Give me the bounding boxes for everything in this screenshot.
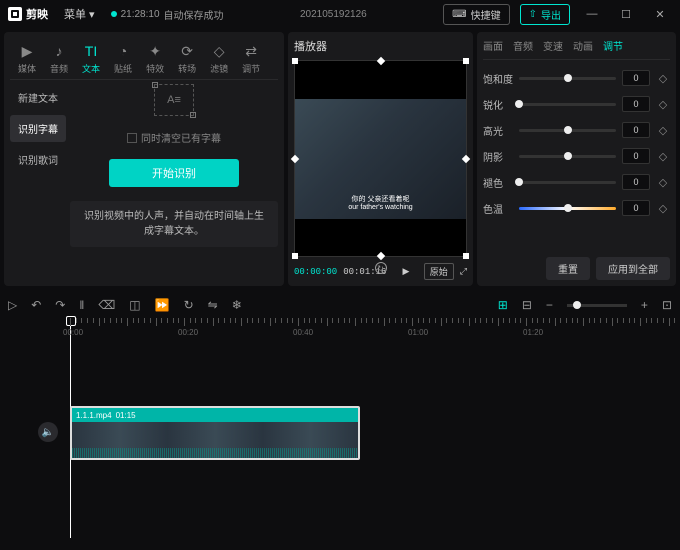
tool-select[interactable]: ▷ bbox=[8, 298, 17, 312]
slider-sharpen[interactable] bbox=[519, 103, 616, 106]
row-sharpen: 锐化 0 ◇ bbox=[483, 96, 670, 112]
maximize-button[interactable]: ☐ bbox=[614, 8, 638, 21]
tab-audio[interactable]: ♪音频 bbox=[50, 42, 68, 75]
player-panel: 播放器 你的 父亲还看着呢 our father's watching ↻ 00… bbox=[288, 32, 473, 286]
reset-sharpen[interactable]: ◇ bbox=[656, 97, 670, 111]
track-mute-button[interactable]: 🔈 bbox=[38, 422, 58, 442]
tab-sticker[interactable]: ◔贴纸 bbox=[114, 42, 132, 75]
reset-shadow[interactable]: ◇ bbox=[656, 149, 670, 163]
player-title: 播放器 bbox=[294, 38, 467, 54]
adj-tab-adjust[interactable]: 调节 bbox=[603, 38, 623, 53]
reset-all-button[interactable]: 重置 bbox=[546, 257, 590, 280]
tool-mirror[interactable]: ⇋ bbox=[208, 298, 218, 312]
play-button[interactable]: ▶ bbox=[402, 266, 409, 277]
row-fade: 褪色 0 ◇ bbox=[483, 174, 670, 190]
value-temp[interactable]: 0 bbox=[622, 200, 650, 216]
slider-temp[interactable] bbox=[519, 207, 616, 210]
sub-recognize-lyrics[interactable]: 识别歌词 bbox=[10, 146, 66, 173]
adj-tab-picture[interactable]: 画面 bbox=[483, 38, 503, 53]
text-placeholder-icon: A≡ bbox=[154, 84, 194, 116]
video-clip[interactable]: 1.1.1.mp401:15 bbox=[70, 406, 360, 460]
slider-saturation[interactable] bbox=[519, 77, 616, 80]
tool-freeze[interactable]: ❄ bbox=[232, 298, 242, 312]
apply-all-button[interactable]: 应用到全部 bbox=[596, 257, 670, 280]
tab-adjust[interactable]: ⇄调节 bbox=[242, 42, 260, 75]
slider-fade[interactable] bbox=[519, 181, 616, 184]
app-logo: 剪映 bbox=[8, 6, 48, 22]
rotate-handle[interactable]: ↻ bbox=[375, 262, 387, 274]
tool-undo[interactable]: ↶ bbox=[31, 298, 41, 312]
reset-temp[interactable]: ◇ bbox=[656, 201, 670, 215]
clear-subtitles-checkbox[interactable]: 同时清空已有字幕 bbox=[127, 130, 221, 145]
tracks-area[interactable]: 🔈 1.1.1.mp401:15 bbox=[8, 338, 672, 538]
tool-rotate[interactable]: ↻ bbox=[184, 298, 194, 312]
project-title: 202105192126 bbox=[234, 9, 434, 20]
ratio-button[interactable]: 原始 bbox=[424, 263, 454, 280]
value-saturation[interactable]: 0 bbox=[622, 70, 650, 86]
reset-highlight[interactable]: ◇ bbox=[656, 123, 670, 137]
fullscreen-button[interactable]: ⤢ bbox=[460, 266, 467, 277]
tab-media[interactable]: ▶媒体 bbox=[18, 42, 36, 75]
value-fade[interactable]: 0 bbox=[622, 174, 650, 190]
tool-tabs: ▶媒体 ♪音频 TI文本 ◔贴纸 ✦特效 ⟳转场 ◇滤镜 ⇄调节 bbox=[10, 38, 278, 80]
tool-link[interactable]: ⊟ bbox=[522, 298, 532, 312]
adjust-panel: 画面 音频 变速 动画 调节 饱和度 0 ◇ 锐化 0 ◇ 高光 0 bbox=[477, 32, 676, 286]
row-temp: 色温 0 ◇ bbox=[483, 200, 670, 216]
row-highlight: 高光 0 ◇ bbox=[483, 122, 670, 138]
adj-tab-speed[interactable]: 变速 bbox=[543, 38, 563, 53]
value-shadow[interactable]: 0 bbox=[622, 148, 650, 164]
tool-delete[interactable]: ⌫ bbox=[98, 298, 115, 312]
slider-shadow[interactable] bbox=[519, 155, 616, 158]
row-shadow: 阴影 0 ◇ bbox=[483, 148, 670, 164]
app-name: 剪映 bbox=[26, 6, 48, 22]
start-recognize-button[interactable]: 开始识别 bbox=[109, 159, 239, 187]
ruler[interactable]: 00:00 00:20 00:40 01:00 01:20 bbox=[8, 318, 672, 338]
slider-highlight[interactable] bbox=[519, 129, 616, 132]
time-current: 00:00:00 bbox=[294, 267, 337, 277]
tab-transition[interactable]: ⟳转场 bbox=[178, 42, 196, 75]
value-sharpen[interactable]: 0 bbox=[622, 96, 650, 112]
tool-crop[interactable]: ◫ bbox=[129, 298, 140, 312]
sub-recognize-subtitle[interactable]: 识别字幕 bbox=[10, 115, 66, 142]
preview-viewport[interactable]: 你的 父亲还看着呢 our father's watching ↻ bbox=[294, 60, 467, 257]
row-saturation: 饱和度 0 ◇ bbox=[483, 70, 670, 86]
tab-effect[interactable]: ✦特效 bbox=[146, 42, 164, 75]
adj-tab-anim[interactable]: 动画 bbox=[573, 38, 593, 53]
export-button[interactable]: ⇧导出 bbox=[520, 4, 570, 25]
zoom-in[interactable]: + bbox=[641, 298, 648, 312]
autosave-indicator: 21:28:10 自动保存成功 bbox=[111, 7, 224, 22]
close-button[interactable]: ✕ bbox=[648, 8, 672, 21]
tool-speed[interactable]: ⏩ bbox=[155, 298, 170, 312]
reset-fade[interactable]: ◇ bbox=[656, 175, 670, 189]
minimize-button[interactable]: — bbox=[580, 8, 604, 20]
tool-snap[interactable]: ⊞ bbox=[498, 298, 508, 312]
zoom-out[interactable]: − bbox=[546, 298, 553, 312]
menu-button[interactable]: 菜单 ▾ bbox=[58, 4, 101, 24]
zoom-fit[interactable]: ⊡ bbox=[662, 298, 672, 312]
value-highlight[interactable]: 0 bbox=[622, 122, 650, 138]
shortcut-button[interactable]: ⌨快捷键 bbox=[443, 4, 509, 25]
media-panel: ▶媒体 ♪音频 TI文本 ◔贴纸 ✦特效 ⟳转场 ◇滤镜 ⇄调节 新建文本 识别… bbox=[4, 32, 284, 286]
adj-tab-audio[interactable]: 音频 bbox=[513, 38, 533, 53]
reset-saturation[interactable]: ◇ bbox=[656, 71, 670, 85]
recognize-info: 识别视频中的人声，并自动在时间轴上生成字幕文本。 bbox=[70, 201, 278, 247]
tool-redo[interactable]: ↷ bbox=[55, 298, 65, 312]
tool-split[interactable]: ‖ bbox=[79, 298, 84, 312]
sub-new-text[interactable]: 新建文本 bbox=[10, 84, 66, 111]
tab-filter[interactable]: ◇滤镜 bbox=[210, 42, 228, 75]
tab-text[interactable]: TI文本 bbox=[82, 42, 100, 75]
preview-subtitle: 你的 父亲还看着呢 our father's watching bbox=[348, 196, 412, 219]
timeline: ▷ ↶ ↷ ‖ ⌫ ◫ ⏩ ↻ ⇋ ❄ ⊞ ⊟ − + ⊡ 00:00 00:2… bbox=[0, 290, 680, 542]
